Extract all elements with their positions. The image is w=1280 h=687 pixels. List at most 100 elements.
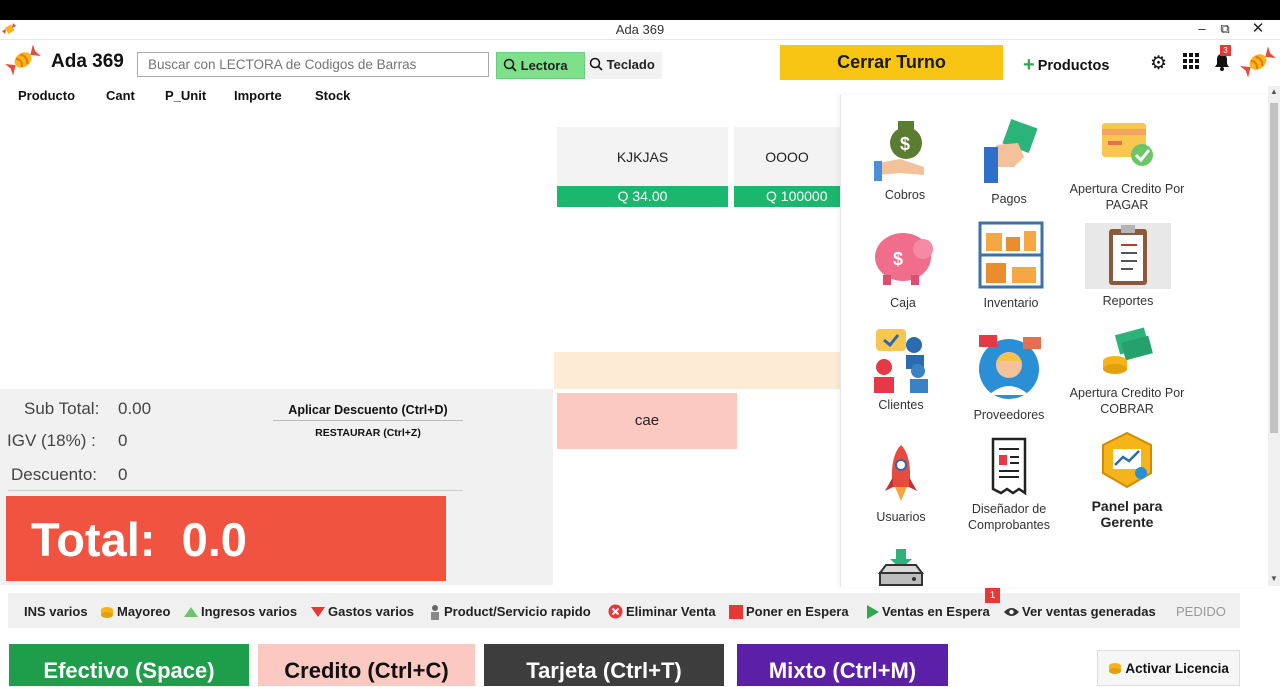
activar-label: Activar Licencia	[1125, 661, 1229, 676]
gastos-label: Gastos varios	[328, 604, 414, 619]
menu-item-label: Inventario	[983, 296, 1039, 310]
menu-item-label: Caja	[890, 296, 916, 310]
scroll-down-icon[interactable]: ▼	[1268, 573, 1280, 585]
receipt-document-icon	[991, 437, 1027, 496]
ventas-espera-badge: 1	[985, 588, 1000, 603]
manager-dashboard-icon	[1102, 431, 1152, 489]
lectora-button[interactable]: Lectora	[496, 52, 585, 79]
menu-item-apertura-pagar[interactable]: Apertura Credito Por PAGAR	[1067, 115, 1187, 213]
menu-item-usuarios[interactable]: Usuarios	[841, 441, 961, 525]
mixto-button[interactable]: Mixto (Ctrl+M)	[737, 644, 948, 686]
coins-bills-icon	[1103, 327, 1153, 374]
close-button[interactable]: ✕	[1238, 20, 1278, 40]
teclado-button[interactable]: Teclado	[587, 52, 662, 79]
download-drive-icon	[878, 549, 924, 586]
svg-text:$: $	[893, 249, 903, 269]
product-price: Q 34.00	[557, 186, 728, 207]
restore-button[interactable]: ⧉	[1209, 20, 1241, 40]
product-rapido-label: Product/Servicio rapido	[444, 604, 591, 619]
total-display: Total: 0.0	[6, 496, 446, 581]
descuento-label: Descuento:	[11, 465, 97, 484]
menu-item-reportes[interactable]: Reportes	[1068, 223, 1188, 309]
play-icon	[867, 604, 879, 619]
piggy-bank-icon: $	[875, 233, 933, 285]
product-name: OOOO	[765, 149, 809, 165]
screen-top-strip	[0, 0, 1280, 20]
efectivo-button[interactable]: Efectivo (Space)	[9, 644, 249, 686]
category-tile[interactable]: cae	[557, 393, 737, 449]
eye-icon	[1004, 607, 1019, 616]
person-icon	[431, 604, 439, 620]
scroll-up-icon[interactable]: ▲	[1268, 86, 1280, 98]
category-strip	[554, 352, 840, 389]
credito-button[interactable]: Credito (Ctrl+C)	[258, 644, 475, 686]
warehouse-shelves-icon	[978, 221, 1044, 289]
mayoreo-label: Mayoreo	[117, 604, 171, 619]
menu-item-proveedores[interactable]: Proveedores	[949, 331, 1069, 423]
menu-item-pagos[interactable]: Pagos	[949, 117, 1069, 207]
barcode-search-input[interactable]	[137, 52, 489, 77]
credit-card-check-icon	[1102, 123, 1153, 166]
apps-grid-icon[interactable]	[1183, 53, 1199, 69]
notification-badge: 3	[1220, 45, 1231, 56]
menu-item-download[interactable]	[841, 547, 961, 587]
divider	[8, 490, 463, 491]
ingresos-varios-button[interactable]: Ingresos varios	[184, 604, 297, 619]
menu-item-inventario[interactable]: Inventario	[951, 219, 1071, 311]
product-servicio-rapido-button[interactable]: Product/Servicio rapido	[429, 604, 591, 621]
triangle-down-icon	[311, 606, 325, 617]
product-card[interactable]: KJKJAS Q 34.00	[557, 127, 728, 207]
ventas-espera-button[interactable]: Ventas en Espera	[867, 604, 990, 620]
gastos-varios-button[interactable]: Gastos varios	[311, 604, 414, 619]
coins-icon	[101, 606, 113, 618]
candy-logo-right-icon	[1240, 46, 1276, 78]
productos-button[interactable]: + Productos	[1023, 53, 1109, 76]
menu-item-panel-gerente[interactable]: Panel para Gerente	[1067, 429, 1187, 530]
aplicar-descuento-button[interactable]: Aplicar Descuento (Ctrl+D)	[273, 399, 463, 421]
menu-item-label: Apertura Credito Por PAGAR	[1069, 182, 1185, 212]
restaurar-button[interactable]: RESTAURAR (Ctrl+Z)	[273, 424, 463, 442]
descuento-value: 0	[118, 465, 128, 484]
total-value: 0.0	[181, 513, 247, 566]
gear-icon[interactable]: ⚙	[1150, 52, 1167, 75]
col-p-unit: P_Unit	[165, 88, 207, 103]
activar-licencia-button[interactable]: Activar Licencia	[1097, 650, 1240, 686]
lectora-label: Lectora	[520, 58, 568, 73]
ins-varios-button[interactable]: INS varios	[24, 604, 88, 619]
ver-ventas-label: Ver ventas generadas	[1022, 604, 1156, 619]
menu-item-label: Apertura Credito Por COBRAR	[1069, 386, 1185, 416]
menu-item-label: Usuarios	[876, 510, 926, 524]
ventas-espera-label: Ventas en Espera	[882, 604, 990, 619]
stop-square-icon	[729, 604, 743, 619]
svg-text:$: $	[900, 134, 910, 154]
poner-espera-button[interactable]: Poner en Espera	[729, 604, 849, 620]
subtotal-label: Sub Total:	[24, 399, 100, 418]
menu-item-cobros[interactable]: $ Cobros	[845, 115, 965, 203]
plus-icon: +	[1023, 54, 1035, 76]
col-stock: Stock	[315, 88, 351, 103]
tarjeta-button[interactable]: Tarjeta (Ctrl+T)	[484, 644, 724, 686]
menu-item-caja[interactable]: $ Caja	[843, 225, 963, 311]
clipboard-report-icon	[1085, 223, 1171, 289]
money-bag-hand-icon: $	[874, 121, 924, 181]
eliminar-venta-button[interactable]: Eliminar Venta	[608, 604, 716, 620]
mayoreo-button[interactable]: Mayoreo	[100, 604, 170, 620]
product-card[interactable]: OOOO Q 100000	[734, 127, 840, 207]
module-menu-panel: $ Cobros Pagos Apertura Credito Por PAGA…	[840, 95, 1268, 587]
ver-ventas-button[interactable]: Ver ventas generadas	[1004, 604, 1156, 619]
menu-item-disenador[interactable]: Diseñador de Comprobantes	[949, 435, 1069, 533]
menu-item-label: Pagos	[991, 192, 1027, 206]
search-icon	[503, 58, 517, 72]
pedido-button[interactable]: PEDIDO	[1176, 604, 1226, 619]
menu-item-apertura-cobrar[interactable]: Apertura Credito Por COBRAR	[1067, 325, 1187, 417]
product-name: KJKJAS	[616, 149, 669, 165]
igv-value: 0	[118, 431, 128, 450]
search-icon	[589, 57, 603, 71]
menu-scroll-thumb[interactable]	[1270, 103, 1278, 433]
cerrar-turno-button[interactable]: Cerrar Turno	[780, 45, 1003, 80]
menu-item-clientes[interactable]: Clientes	[841, 327, 961, 413]
triangle-up-icon	[184, 606, 198, 617]
menu-item-label: Reportes	[1102, 294, 1154, 308]
menu-item-label: Panel para Gerente	[1091, 498, 1163, 530]
col-producto: Producto	[18, 88, 76, 103]
